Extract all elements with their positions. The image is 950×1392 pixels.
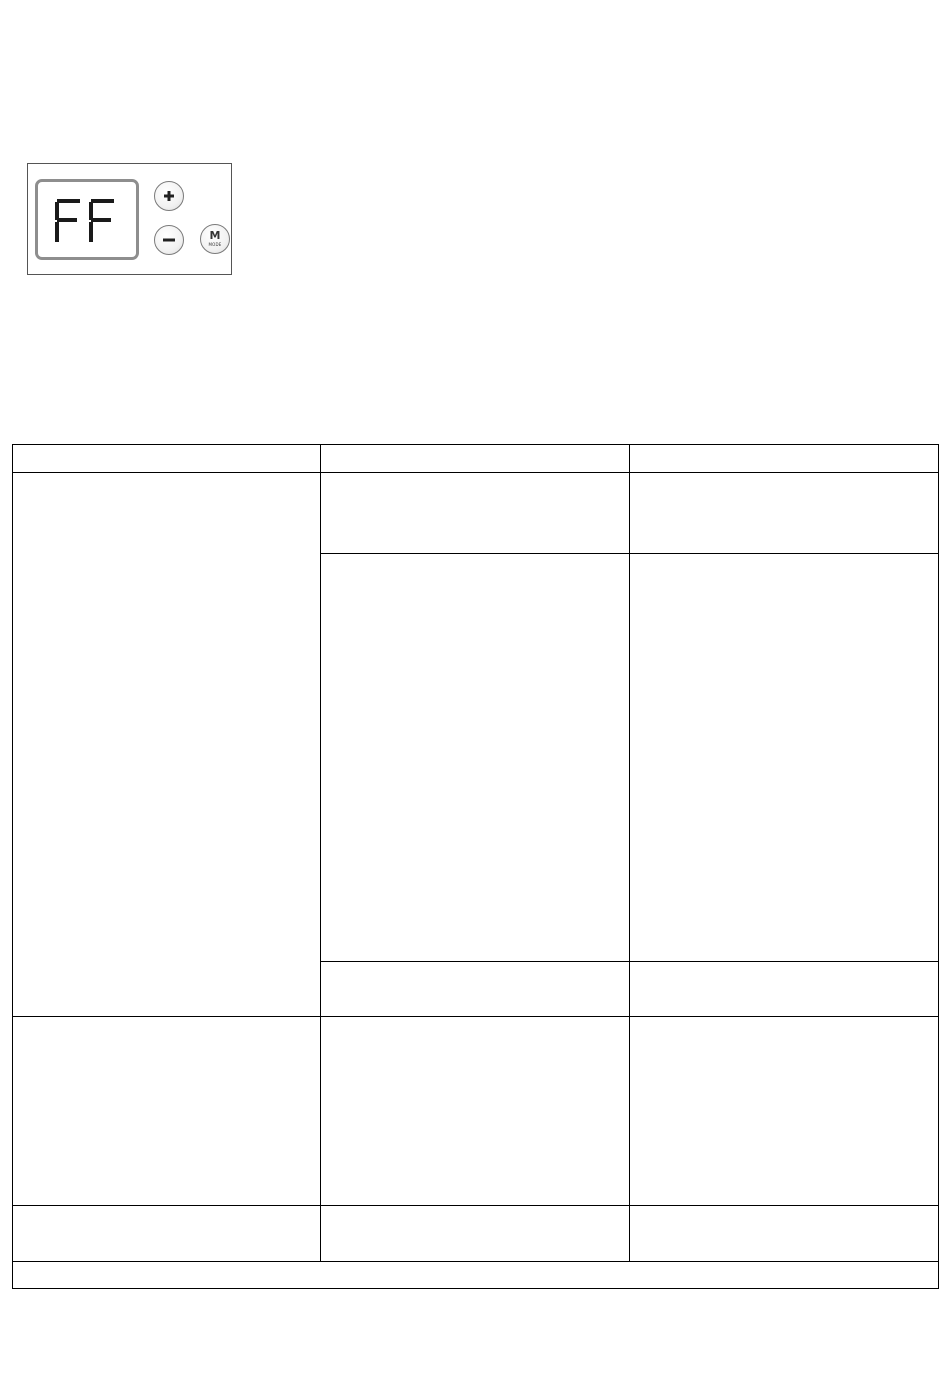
digit-1-upper-left: [55, 202, 59, 220]
plus-icon: [164, 191, 174, 201]
plus-button[interactable]: [154, 181, 184, 211]
digit-1-middle: [57, 218, 77, 222]
header-cell-2: [324, 448, 624, 470]
table-bottom-border: [12, 1288, 939, 1289]
minus-icon: [163, 238, 175, 242]
table-top-border: [12, 444, 939, 445]
mode-button-sublabel: MODE: [208, 242, 222, 247]
digit-1-top: [57, 199, 80, 203]
row-1-bottom-border: [12, 1016, 939, 1017]
table-right-border: [938, 444, 939, 1289]
digit-2-lower-left: [89, 222, 93, 242]
display-digits: [55, 199, 114, 242]
row-2-bottom-border: [12, 1205, 939, 1206]
control-panel: M MODE: [27, 163, 232, 275]
header-cell-1: [16, 448, 316, 470]
table-left-border: [12, 444, 13, 1289]
row-3-bottom-border: [12, 1261, 939, 1262]
mode-button-label: M: [209, 229, 221, 242]
minus-button[interactable]: [154, 225, 184, 255]
column-divider-1: [320, 444, 321, 1262]
column-divider-2: [629, 444, 630, 1262]
digit-1-lower-left: [55, 222, 59, 242]
segment-display: [35, 179, 139, 260]
mode-button[interactable]: M MODE: [200, 224, 230, 254]
digit-2-middle: [91, 218, 111, 222]
header-cell-3: [633, 448, 933, 470]
digit-2-top: [91, 199, 114, 203]
digit-2-upper-left: [89, 202, 93, 220]
table-header-bottom-border: [12, 472, 939, 473]
